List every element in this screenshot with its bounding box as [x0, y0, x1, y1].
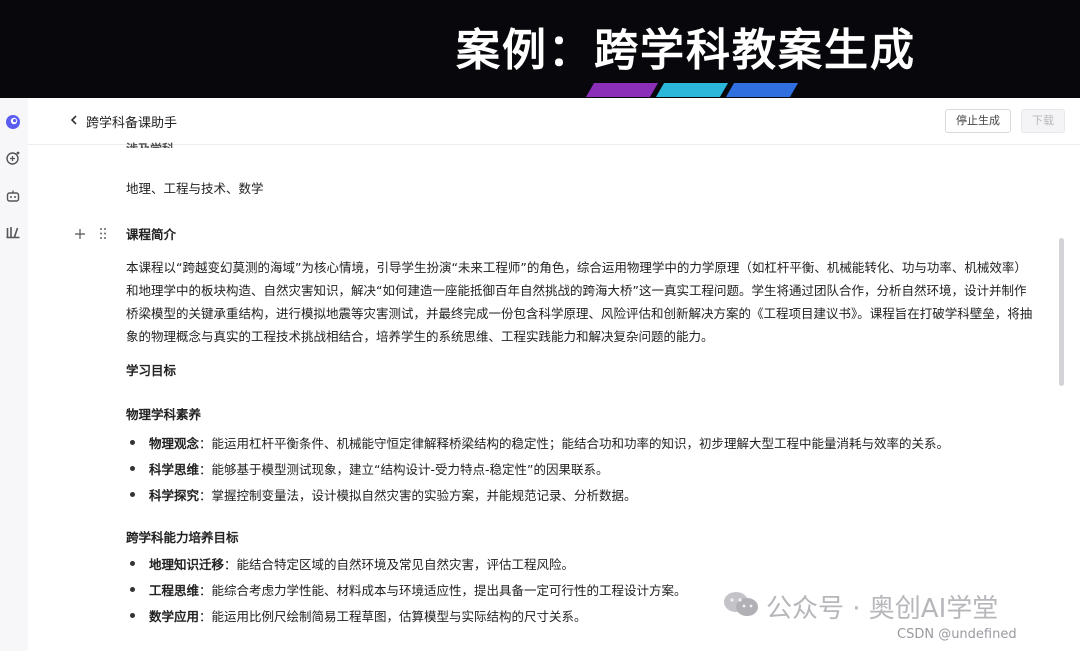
- objectives-heading: 学习目标: [126, 363, 177, 378]
- bullet-dot: [130, 587, 135, 592]
- bullet-dot: [130, 613, 135, 618]
- robot-icon[interactable]: [5, 188, 21, 204]
- intro-heading: 课程简介: [126, 227, 177, 242]
- cross-heading: 跨学科能力培养目标: [126, 530, 239, 545]
- assistant-panel: 跨学科备课助手 停止生成 下载 涉及学科 地理、工程与技术、数学 课程简介 本课…: [28, 98, 1080, 651]
- bullet-dot: [130, 466, 135, 471]
- assistant-title: 跨学科备课助手: [86, 116, 178, 131]
- document-body: 涉及学科 地理、工程与技术、数学 课程简介 本课程以“跨越变幻莫测的海域”为核心…: [28, 142, 1080, 651]
- list-item: 物理观念：能运用杠杆平衡条件、机械能守恒定律解释桥梁结构的稳定性；能结合功和功率…: [130, 433, 949, 452]
- item-text: ：能够基于模型测试现象，建立“结构设计-受力特点-稳定性”的因果联系。: [199, 462, 609, 477]
- bullet-dot: [130, 561, 135, 566]
- csdn-watermark: CSDN @undefined: [897, 627, 1017, 642]
- library-icon[interactable]: [5, 224, 21, 240]
- scrollbar-thumb[interactable]: [1059, 238, 1064, 386]
- item-key: 地理知识迁移: [149, 557, 225, 572]
- stop-generation-button[interactable]: 停止生成: [945, 109, 1011, 133]
- item-text: ：掌握控制变量法，设计模拟自然灾害的实验方案，并能规范记录、分析数据。: [199, 488, 637, 503]
- app-logo-icon[interactable]: [5, 114, 21, 130]
- banner-stripe-blue: [725, 83, 799, 97]
- wechat-icon: [724, 592, 758, 616]
- sidebar-rail: [0, 98, 29, 651]
- banner-stripe-purple: [585, 83, 659, 97]
- bullet-dot: [130, 492, 135, 497]
- new-chat-icon[interactable]: [5, 150, 21, 166]
- item-key: 工程思维: [149, 583, 200, 598]
- subjects-heading: 涉及学科: [126, 140, 174, 148]
- back-chevron-icon[interactable]: [68, 112, 80, 128]
- item-text: ：能运用比例尺绘制简易工程草图，估算模型与实际结构的尺寸关系。: [199, 609, 587, 624]
- item-text: ：能综合考虑力学性能、材料成本与环境适应性，提出具备一定可行性的工程设计方案。: [199, 583, 687, 598]
- list-item: 地理知识迁移：能结合特定区域的自然环境及常见自然灾害，评估工程风险。: [130, 554, 574, 573]
- intro-paragraph: 本课程以“跨越变幻莫测的海域”为核心情境，引导学生扮演“未来工程师”的角色，综合…: [126, 260, 1033, 344]
- drag-handle-icon[interactable]: [99, 227, 107, 240]
- panel-header: 跨学科备课助手 停止生成 下载: [28, 98, 1080, 145]
- physics-heading: 物理学科素养: [126, 407, 202, 422]
- title-banner: 案例：跨学科教案生成: [0, 0, 1080, 98]
- list-item: 数学应用：能运用比例尺绘制简易工程草图，估算模型与实际结构的尺寸关系。: [130, 606, 587, 625]
- list-item: 科学思维：能够基于模型测试现象，建立“结构设计-受力特点-稳定性”的因果联系。: [130, 459, 609, 478]
- bullet-dot: [130, 440, 135, 445]
- subjects-text: 地理、工程与技术、数学: [126, 181, 264, 196]
- item-text: ：能运用杠杆平衡条件、机械能守恒定律解释桥梁结构的稳定性；能结合功和功率的知识，…: [199, 436, 950, 451]
- item-key: 物理观念: [149, 436, 200, 451]
- add-block-icon[interactable]: [74, 228, 86, 240]
- item-text: ：能结合特定区域的自然环境及常见自然灾害，评估工程风险。: [224, 557, 575, 572]
- watermark-text: 公众号 · 奥创AI学堂: [766, 594, 999, 624]
- download-button[interactable]: 下载: [1021, 109, 1065, 133]
- item-key: 数学应用: [149, 609, 200, 624]
- item-key: 科学探究: [149, 488, 200, 503]
- item-key: 科学思维: [149, 462, 200, 477]
- banner-title: 案例：跨学科教案生成: [456, 25, 916, 76]
- list-item: 科学探究：掌握控制变量法，设计模拟自然灾害的实验方案，并能规范记录、分析数据。: [130, 485, 637, 504]
- banner-stripe-cyan: [655, 83, 729, 97]
- list-item: 工程思维：能综合考虑力学性能、材料成本与环境适应性，提出具备一定可行性的工程设计…: [130, 580, 687, 599]
